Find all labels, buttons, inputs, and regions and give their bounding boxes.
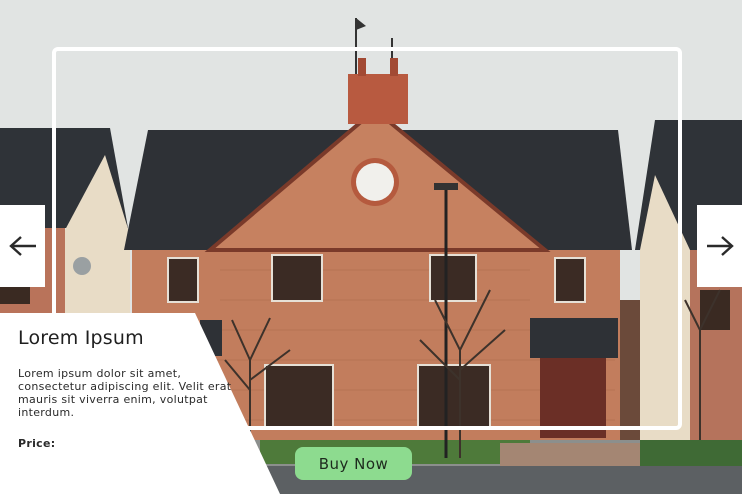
buy-now-button[interactable]: Buy Now xyxy=(295,447,412,480)
prev-slide-button[interactable] xyxy=(0,205,45,287)
card-description: Lorem ipsum dolor sit amet, consectetur … xyxy=(18,367,232,419)
arrow-left-icon xyxy=(8,236,36,256)
card-title: Lorem Ipsum xyxy=(18,327,144,349)
product-slider: Lorem Ipsum Lorem ipsum dolor sit amet, … xyxy=(0,0,742,494)
next-slide-button[interactable] xyxy=(697,205,742,287)
price-label: Price: xyxy=(18,437,56,450)
arrow-right-icon xyxy=(706,236,734,256)
